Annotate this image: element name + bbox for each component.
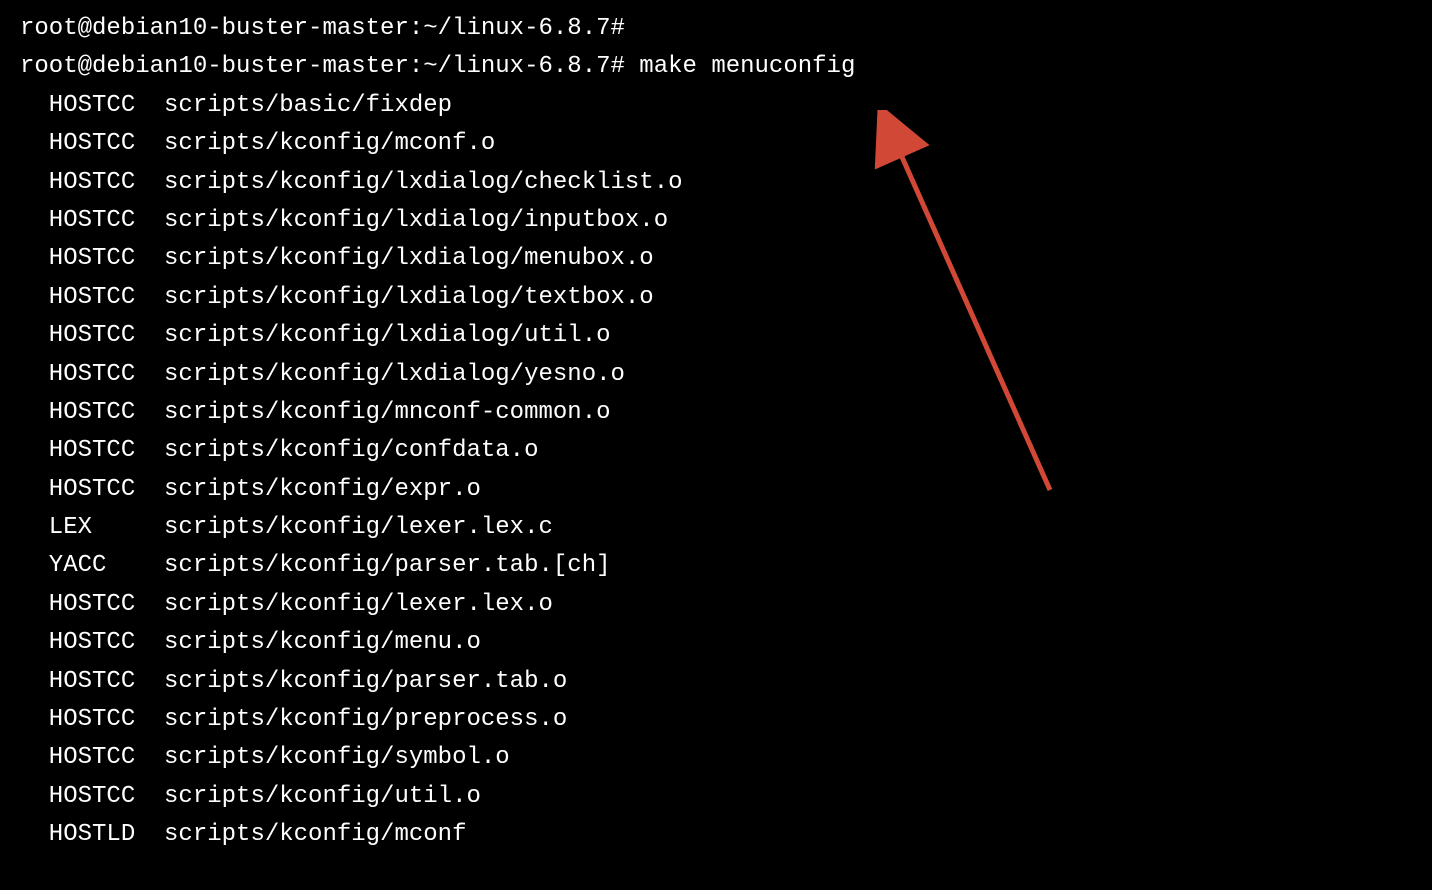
build-output-line: HOSTCC scripts/kconfig/lexer.lex.o <box>20 586 1412 624</box>
build-output-line: HOSTCC scripts/kconfig/parser.tab.o <box>20 663 1412 701</box>
prompt-line-empty: root@debian10-buster-master:~/linux-6.8.… <box>20 10 1412 48</box>
build-output-line: HOSTCC scripts/kconfig/mnconf-common.o <box>20 394 1412 432</box>
build-output-line: HOSTCC scripts/kconfig/confdata.o <box>20 432 1412 470</box>
prompt-line-command: root@debian10-buster-master:~/linux-6.8.… <box>20 48 1412 86</box>
terminal-output[interactable]: root@debian10-buster-master:~/linux-6.8.… <box>20 10 1412 855</box>
shell-prompt: root@debian10-buster-master:~/linux-6.8.… <box>20 53 625 80</box>
build-output-line: HOSTCC scripts/kconfig/menu.o <box>20 624 1412 662</box>
build-output-line: HOSTCC scripts/kconfig/lxdialog/textbox.… <box>20 279 1412 317</box>
build-output-line: HOSTCC scripts/kconfig/lxdialog/yesno.o <box>20 356 1412 394</box>
build-output-line: HOSTCC scripts/kconfig/mconf.o <box>20 125 1412 163</box>
build-output-line: LEX scripts/kconfig/lexer.lex.c <box>20 509 1412 547</box>
build-output: HOSTCC scripts/basic/fixdep HOSTCC scrip… <box>20 87 1412 855</box>
build-output-line: YACC scripts/kconfig/parser.tab.[ch] <box>20 547 1412 585</box>
build-output-line: HOSTCC scripts/kconfig/lxdialog/checklis… <box>20 164 1412 202</box>
command-empty <box>625 15 639 42</box>
build-output-line: HOSTCC scripts/kconfig/lxdialog/inputbox… <box>20 202 1412 240</box>
build-output-line: HOSTLD scripts/kconfig/mconf <box>20 816 1412 854</box>
build-output-line: HOSTCC scripts/kconfig/util.o <box>20 778 1412 816</box>
build-output-line: HOSTCC scripts/kconfig/symbol.o <box>20 739 1412 777</box>
shell-prompt: root@debian10-buster-master:~/linux-6.8.… <box>20 15 625 42</box>
build-output-line: HOSTCC scripts/kconfig/lxdialog/util.o <box>20 317 1412 355</box>
build-output-line: HOSTCC scripts/basic/fixdep <box>20 87 1412 125</box>
build-output-line: HOSTCC scripts/kconfig/lxdialog/menubox.… <box>20 240 1412 278</box>
build-output-line: HOSTCC scripts/kconfig/preprocess.o <box>20 701 1412 739</box>
build-output-line: HOSTCC scripts/kconfig/expr.o <box>20 471 1412 509</box>
command-text: make menuconfig <box>625 53 855 80</box>
